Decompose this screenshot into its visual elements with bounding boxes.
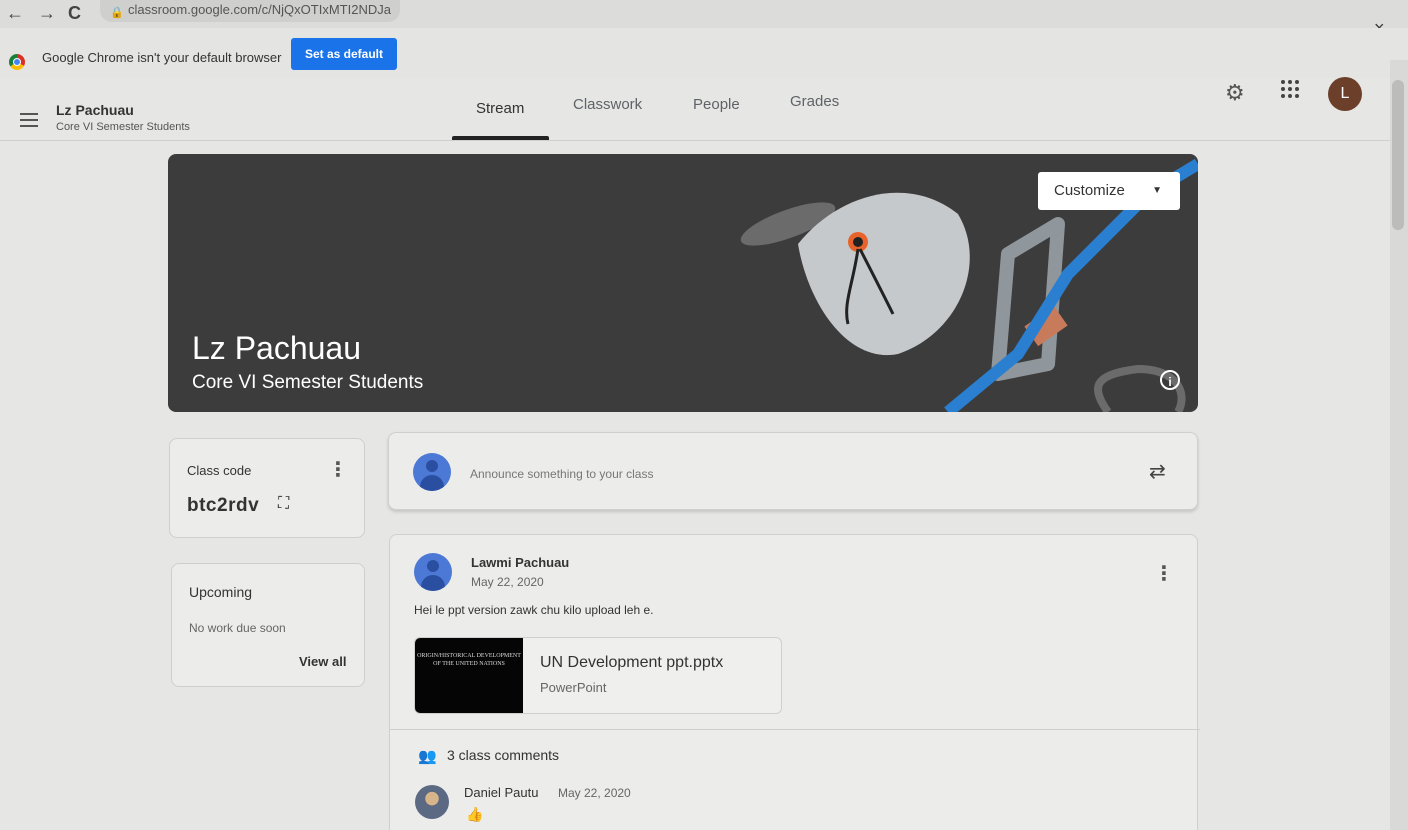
user-avatar [413, 453, 451, 491]
class-code-card: Class code ⋮ btc2rdv ⛶ [169, 438, 365, 538]
post-body: Hei le ppt version zawk chu kilo upload … [414, 603, 654, 617]
info-icon[interactable]: i [1160, 370, 1180, 390]
class-comments-link[interactable]: 3 class comments [447, 747, 559, 763]
post-author: Lawmi Pachuau [471, 555, 570, 570]
comment-text: 👍 [466, 806, 484, 822]
gear-icon[interactable]: ⚙ [1225, 80, 1245, 106]
comments-divider [390, 729, 1200, 730]
attachment-type: PowerPoint [540, 680, 607, 695]
menu-icon[interactable] [20, 113, 38, 131]
account-avatar[interactable]: L [1328, 77, 1362, 111]
tab-grades[interactable]: Grades [790, 93, 839, 110]
lock-icon: 🔒 [110, 7, 124, 19]
banner-title: Lz Pachuau [192, 330, 362, 366]
infobar-message: Google Chrome isn't your default browser [42, 50, 282, 65]
post-author-avatar [414, 553, 452, 591]
more-vert-icon[interactable]: ⋮ [328, 457, 348, 482]
commenter-avatar [415, 785, 449, 819]
repost-icon[interactable]: ⇄ [1149, 459, 1166, 484]
attachment-card[interactable]: ORIGIN/HISTORICAL DEVELOPMENT OF THE UNI… [414, 637, 782, 714]
upcoming-card: Upcoming No work due soon View all [171, 563, 365, 687]
tab-classwork[interactable]: Classwork [573, 96, 642, 113]
back-button[interactable]: ← [6, 3, 24, 24]
header-course-section: Core VI Semester Students [56, 121, 190, 133]
apps-grid-icon[interactable] [1281, 80, 1299, 98]
upcoming-title: Upcoming [189, 584, 253, 600]
class-banner: Lz Pachuau Core VI Semester Students Cus… [168, 154, 1198, 412]
header-divider [0, 140, 1390, 141]
caret-down-icon: ▼ [1152, 185, 1162, 196]
url-text: classroom.google.com/c/NjQxOTIxMTI2NDJa [128, 2, 391, 17]
tab-people[interactable]: People [693, 96, 740, 113]
customize-button[interactable]: Customize ▼ [1038, 172, 1180, 210]
people-icon: 👥 [418, 748, 437, 765]
post-card: Lawmi Pachuau May 22, 2020 ⋮ Hei le ppt … [389, 534, 1200, 830]
fullscreen-icon[interactable]: ⛶ [278, 495, 289, 513]
scrollbar-thumb[interactable] [1392, 80, 1404, 230]
address-bar[interactable]: 🔒 classroom.google.com/c/NjQxOTIxMTI2NDJ… [100, 0, 400, 22]
set-as-default-button[interactable]: Set as default [291, 38, 397, 70]
post-date: May 22, 2020 [471, 575, 544, 589]
banner-subtitle: Core VI Semester Students [192, 372, 424, 393]
chrome-logo-icon [9, 54, 25, 70]
view-all-link[interactable]: View all [299, 654, 346, 669]
comment-date: May 22, 2020 [558, 786, 631, 800]
announce-input[interactable]: Announce something to your class [470, 467, 653, 481]
reload-button[interactable]: C [68, 3, 81, 24]
announce-box[interactable]: Announce something to your class ⇄ [388, 432, 1198, 510]
upcoming-empty-text: No work due soon [189, 621, 286, 635]
customize-label: Customize [1054, 182, 1125, 199]
class-code-value: btc2rdv [187, 495, 260, 516]
attachment-name: UN Development ppt.pptx [540, 654, 724, 671]
tab-stream[interactable]: Stream [476, 100, 524, 117]
more-vert-icon[interactable]: ⋮ [1154, 561, 1174, 586]
commenter-name: Daniel Pautu [464, 785, 539, 800]
forward-button[interactable]: → [38, 3, 56, 24]
header-course-name[interactable]: Lz Pachuau [56, 102, 134, 118]
attachment-thumbnail: ORIGIN/HISTORICAL DEVELOPMENT OF THE UNI… [415, 638, 523, 713]
class-code-label: Class code [187, 463, 252, 478]
